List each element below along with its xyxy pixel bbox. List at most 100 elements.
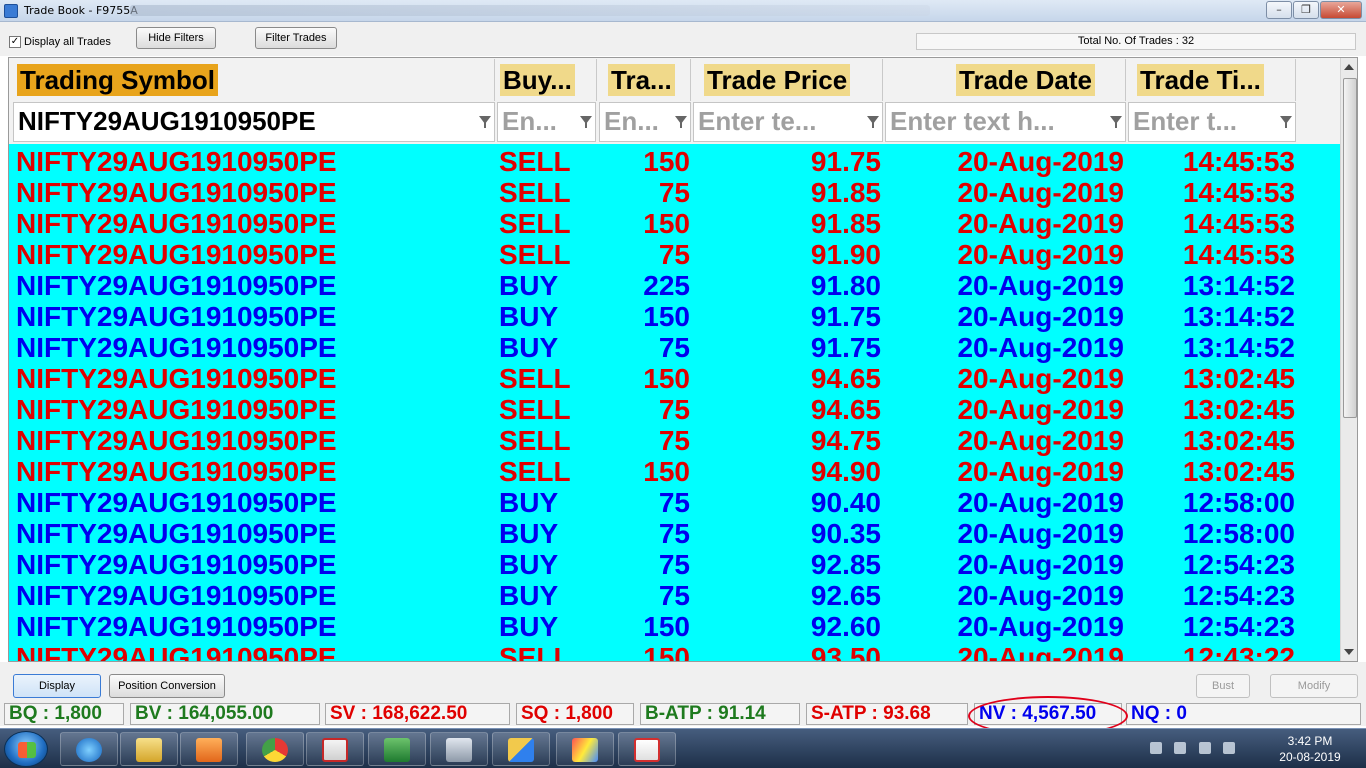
modify-button[interactable]: Modify (1270, 674, 1358, 698)
filter-price-input[interactable]: Enter te... (693, 102, 883, 142)
display-all-checkbox[interactable]: ✓ (9, 36, 21, 48)
tray-arrow-icon[interactable] (1150, 742, 1162, 754)
table-row[interactable]: NIFTY29AUG1910950PE BUY 150 92.60 20-Aug-201… (9, 611, 1340, 642)
column-header-date[interactable]: Trade Date (884, 59, 1126, 101)
table-row[interactable]: NIFTY29AUG1910950PE SELL 150 94.65 20-Aug-20… (9, 363, 1340, 394)
buy-value: BV : 164,055.00 (130, 703, 320, 725)
table-row[interactable]: NIFTY29AUG1910950PE SELL 150 91.85 20-Aug-20… (9, 208, 1340, 239)
column-header-label: Trade Price (704, 64, 851, 96)
table-row[interactable]: NIFTY29AUG1910950PE BUY 75 91.75 20-Aug-2019… (9, 332, 1340, 363)
file-explorer-icon[interactable] (120, 732, 178, 766)
taskbar-clock[interactable]: 3:42 PM 20-08-2019 (1272, 733, 1348, 765)
cell-side: SELL (499, 425, 571, 456)
filter-funnel-icon[interactable] (867, 116, 879, 128)
table-row[interactable]: NIFTY29AUG1910950PE SELL 75 91.90 20-Aug-201… (9, 239, 1340, 270)
bust-button[interactable]: Bust (1196, 674, 1250, 698)
column-header-label: Tra... (608, 64, 675, 96)
cell-date: 20-Aug-2019 (957, 456, 1124, 487)
cell-time: 13:14:52 (1182, 332, 1295, 363)
table-row[interactable]: NIFTY29AUG1910950PE SELL 150 93.50 20-Aug-20… (9, 642, 1340, 662)
table-row[interactable]: NIFTY29AUG1910950PE BUY 150 91.75 20-Aug-201… (9, 301, 1340, 332)
cell-symbol: NIFTY29AUG1910950PE (16, 239, 337, 270)
cell-date: 20-Aug-2019 (957, 642, 1124, 662)
cell-time: 12:43:22 (1182, 642, 1295, 662)
vertical-scrollbar[interactable] (1340, 58, 1357, 661)
internet-explorer-icon[interactable] (60, 732, 118, 766)
cell-price: 94.65 (810, 363, 881, 394)
table-row[interactable]: NIFTY29AUG1910950PE SELL 75 94.65 20-Aug-201… (9, 394, 1340, 425)
cell-side: SELL (499, 208, 571, 239)
filter-buysell-input[interactable]: En... (497, 102, 596, 142)
close-button[interactable]: ✕ (1320, 1, 1362, 19)
excel-icon[interactable] (368, 732, 426, 766)
table-row[interactable]: NIFTY29AUG1910950PE BUY 75 90.40 20-Aug-2019… (9, 487, 1340, 518)
cell-qty: 150 (643, 456, 690, 487)
filter-symbol-input[interactable]: NIFTY29AUG1910950PE (13, 102, 495, 142)
filter-funnel-icon[interactable] (580, 116, 592, 128)
filter-funnel-icon[interactable] (1110, 116, 1122, 128)
column-header-label: Trade Date (956, 64, 1095, 96)
cell-side: BUY (499, 301, 559, 332)
scroll-down-arrow-icon[interactable] (1344, 649, 1354, 655)
chart-app-icon[interactable] (556, 732, 614, 766)
column-header-buysell[interactable]: Buy... (496, 59, 597, 101)
trading-terminal-icon[interactable] (492, 732, 550, 766)
scroll-up-arrow-icon[interactable] (1344, 64, 1354, 70)
grid-header: Trading Symbol Buy... Tra... Trade Price… (9, 58, 1340, 144)
chrome-icon[interactable] (246, 732, 304, 766)
buy-average-price: B-ATP : 91.14 (640, 703, 800, 725)
column-header-time[interactable]: Trade Ti... (1127, 59, 1296, 101)
filter-time-input[interactable]: Enter t... (1128, 102, 1296, 142)
tray-volume-icon[interactable] (1223, 742, 1236, 754)
cell-price: 91.75 (810, 332, 881, 363)
hide-filters-button[interactable]: Hide Filters (136, 27, 216, 49)
calculator-icon[interactable] (430, 732, 488, 766)
cell-date: 20-Aug-2019 (957, 301, 1124, 332)
tray-flag-icon[interactable] (1174, 742, 1187, 754)
table-row[interactable]: NIFTY29AUG1910950PE BUY 225 91.80 20-Aug-201… (9, 270, 1340, 301)
filter-funnel-icon[interactable] (479, 116, 491, 128)
cell-side: SELL (499, 239, 571, 270)
cell-side: BUY (499, 611, 559, 642)
table-row[interactable]: NIFTY29AUG1910950PE BUY 75 92.65 20-Aug-2019… (9, 580, 1340, 611)
pdf-reader-icon[interactable] (306, 732, 364, 766)
trade-app-icon[interactable] (618, 732, 676, 766)
filter-qty-input[interactable]: En... (599, 102, 691, 142)
media-player-icon[interactable] (180, 732, 238, 766)
clock-date: 20-08-2019 (1279, 750, 1341, 764)
filter-funnel-icon[interactable] (1280, 116, 1292, 128)
display-all-label: Display all Trades (24, 36, 111, 48)
filter-placeholder: Enter te... (698, 106, 817, 136)
net-quantity: NQ : 0 (1126, 703, 1361, 725)
position-conversion-button[interactable]: Position Conversion (109, 674, 225, 698)
cell-date: 20-Aug-2019 (957, 580, 1124, 611)
column-header-symbol[interactable]: Trading Symbol (9, 59, 495, 101)
filter-date-input[interactable]: Enter text h... (885, 102, 1126, 142)
windows-start-icon[interactable] (4, 731, 48, 767)
scroll-thumb[interactable] (1343, 78, 1357, 418)
column-header-price[interactable]: Trade Price (692, 59, 883, 101)
display-button[interactable]: Display (13, 674, 101, 698)
column-header-qty[interactable]: Tra... (598, 59, 691, 101)
cell-qty: 75 (658, 394, 690, 425)
table-row[interactable]: NIFTY29AUG1910950PE SELL 150 94.90 20-Aug-20… (9, 456, 1340, 487)
cell-qty: 75 (658, 332, 690, 363)
filter-trades-button[interactable]: Filter Trades (255, 27, 337, 49)
cell-price: 91.75 (810, 146, 881, 177)
table-row[interactable]: NIFTY29AUG1910950PE SELL 150 91.75 20-Aug-20… (9, 146, 1340, 177)
tray-network-icon[interactable] (1198, 742, 1211, 754)
cell-price: 92.60 (810, 611, 881, 642)
cell-price: 91.85 (810, 177, 881, 208)
table-row[interactable]: NIFTY29AUG1910950PE SELL 75 91.85 20-Aug-201… (9, 177, 1340, 208)
cell-symbol: NIFTY29AUG1910950PE (16, 611, 337, 642)
cell-side: SELL (499, 146, 571, 177)
table-row[interactable]: NIFTY29AUG1910950PE BUY 75 90.35 20-Aug-2019… (9, 518, 1340, 549)
system-tray[interactable] (1150, 741, 1250, 757)
table-row[interactable]: NIFTY29AUG1910950PE SELL 75 94.75 20-Aug-201… (9, 425, 1340, 456)
restore-button[interactable]: ❐ (1293, 1, 1319, 19)
app-icon (4, 4, 18, 18)
filter-funnel-icon[interactable] (675, 116, 687, 128)
cell-symbol: NIFTY29AUG1910950PE (16, 487, 337, 518)
table-row[interactable]: NIFTY29AUG1910950PE BUY 75 92.85 20-Aug-2019… (9, 549, 1340, 580)
minimize-button[interactable]: – (1266, 1, 1292, 19)
